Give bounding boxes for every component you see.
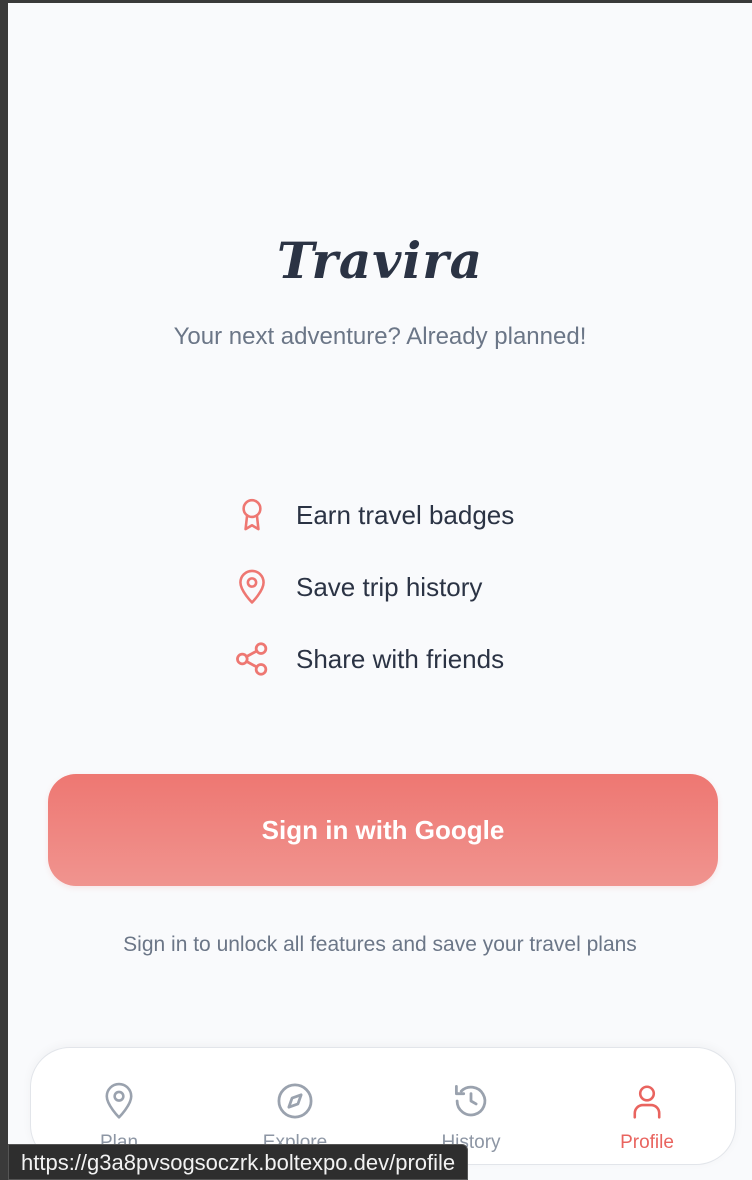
history-icon: [452, 1082, 490, 1124]
feature-label: Share with friends: [296, 643, 505, 674]
map-pin-icon: [230, 565, 274, 609]
feature-list: Earn travel badges Save trip history Sha…: [230, 479, 590, 695]
compass-icon: [276, 1082, 314, 1124]
app-screen: Travira Your next adventure? Already pla…: [8, 3, 752, 1180]
share-icon: [230, 637, 274, 681]
sign-in-hint: Sign in to unlock all features and save …: [123, 933, 637, 956]
feature-item-history: Save trip history: [230, 551, 590, 623]
tab-label: Profile: [620, 1132, 674, 1153]
app-tagline: Your next adventure? Already planned!: [173, 323, 587, 350]
app-title: Travira: [276, 231, 484, 290]
tab-profile[interactable]: Profile: [577, 1082, 717, 1154]
feature-item-share: Share with friends: [230, 623, 590, 695]
link-preview-url: https://g3a8pvsogsoczrk.boltexpo.dev/pro…: [8, 1144, 469, 1180]
map-pin-icon: [102, 1082, 136, 1124]
feature-item-badges: Earn travel badges: [230, 479, 590, 551]
user-icon: [630, 1082, 664, 1124]
sign-in-with-google-button[interactable]: Sign in with Google: [48, 774, 718, 886]
feature-label: Earn travel badges: [296, 499, 515, 530]
feature-label: Save trip history: [296, 571, 483, 602]
award-icon: [230, 493, 274, 537]
